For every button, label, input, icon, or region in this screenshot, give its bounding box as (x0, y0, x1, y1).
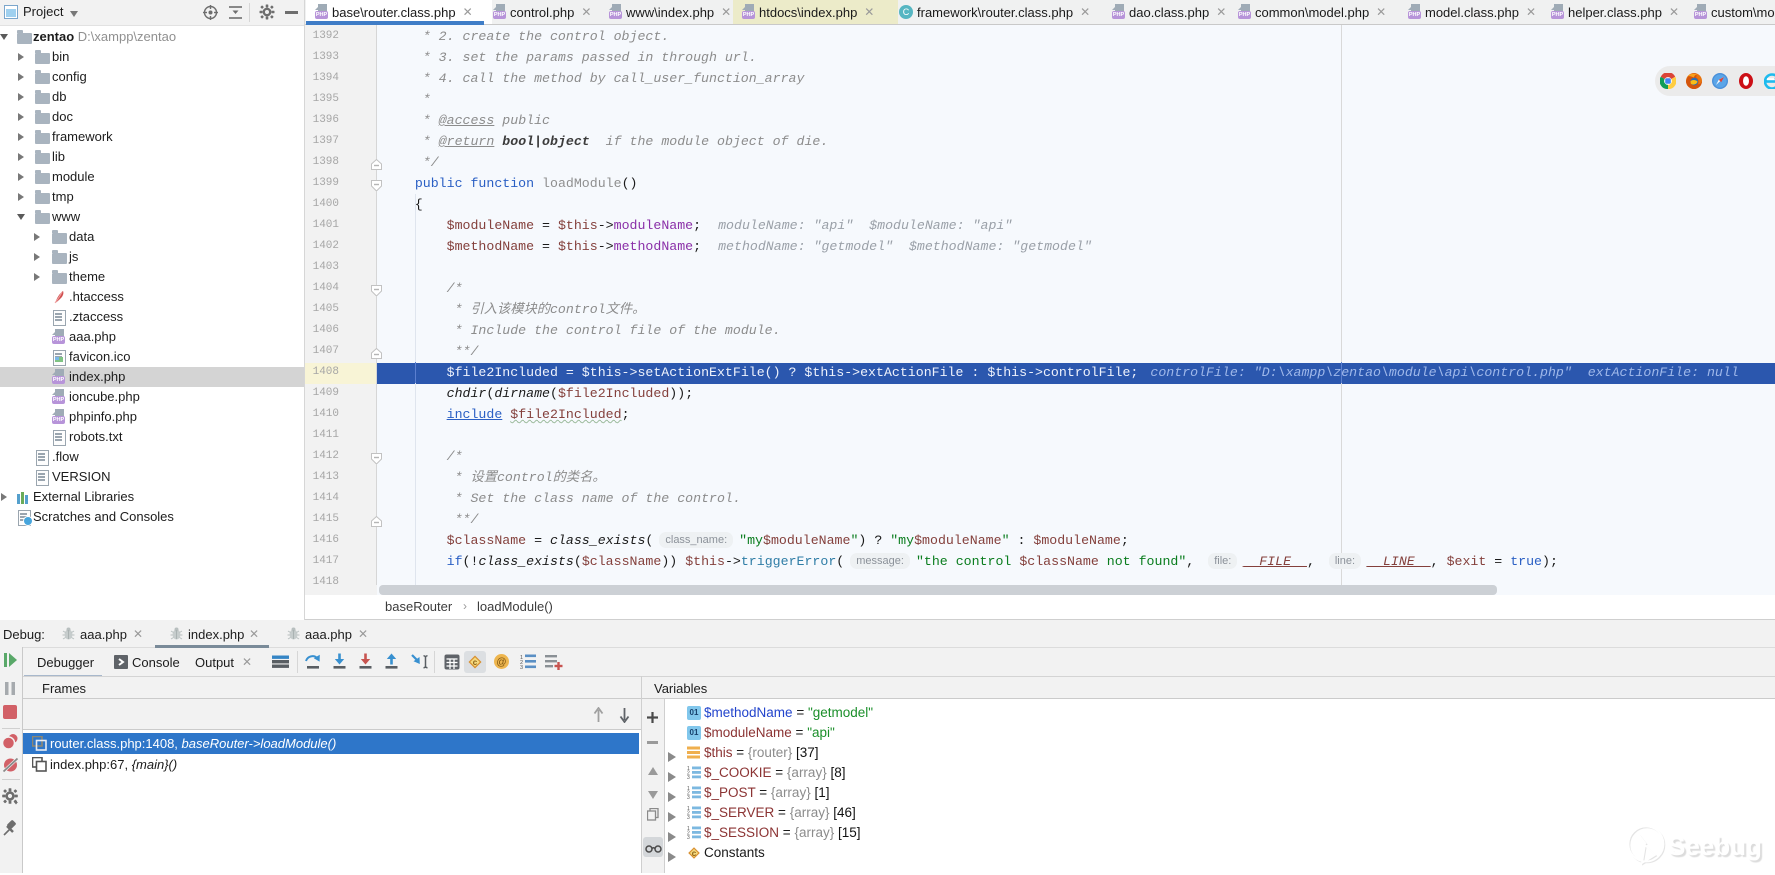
svg-text:c: c (473, 658, 478, 667)
svg-text:3: 3 (687, 835, 690, 839)
svg-text:3: 3 (520, 665, 523, 669)
svg-text:@: @ (496, 657, 506, 668)
svg-text:3: 3 (687, 815, 690, 819)
svg-text:3: 3 (687, 795, 690, 799)
svg-text:3: 3 (687, 775, 690, 779)
svg-text:c: c (692, 849, 697, 858)
